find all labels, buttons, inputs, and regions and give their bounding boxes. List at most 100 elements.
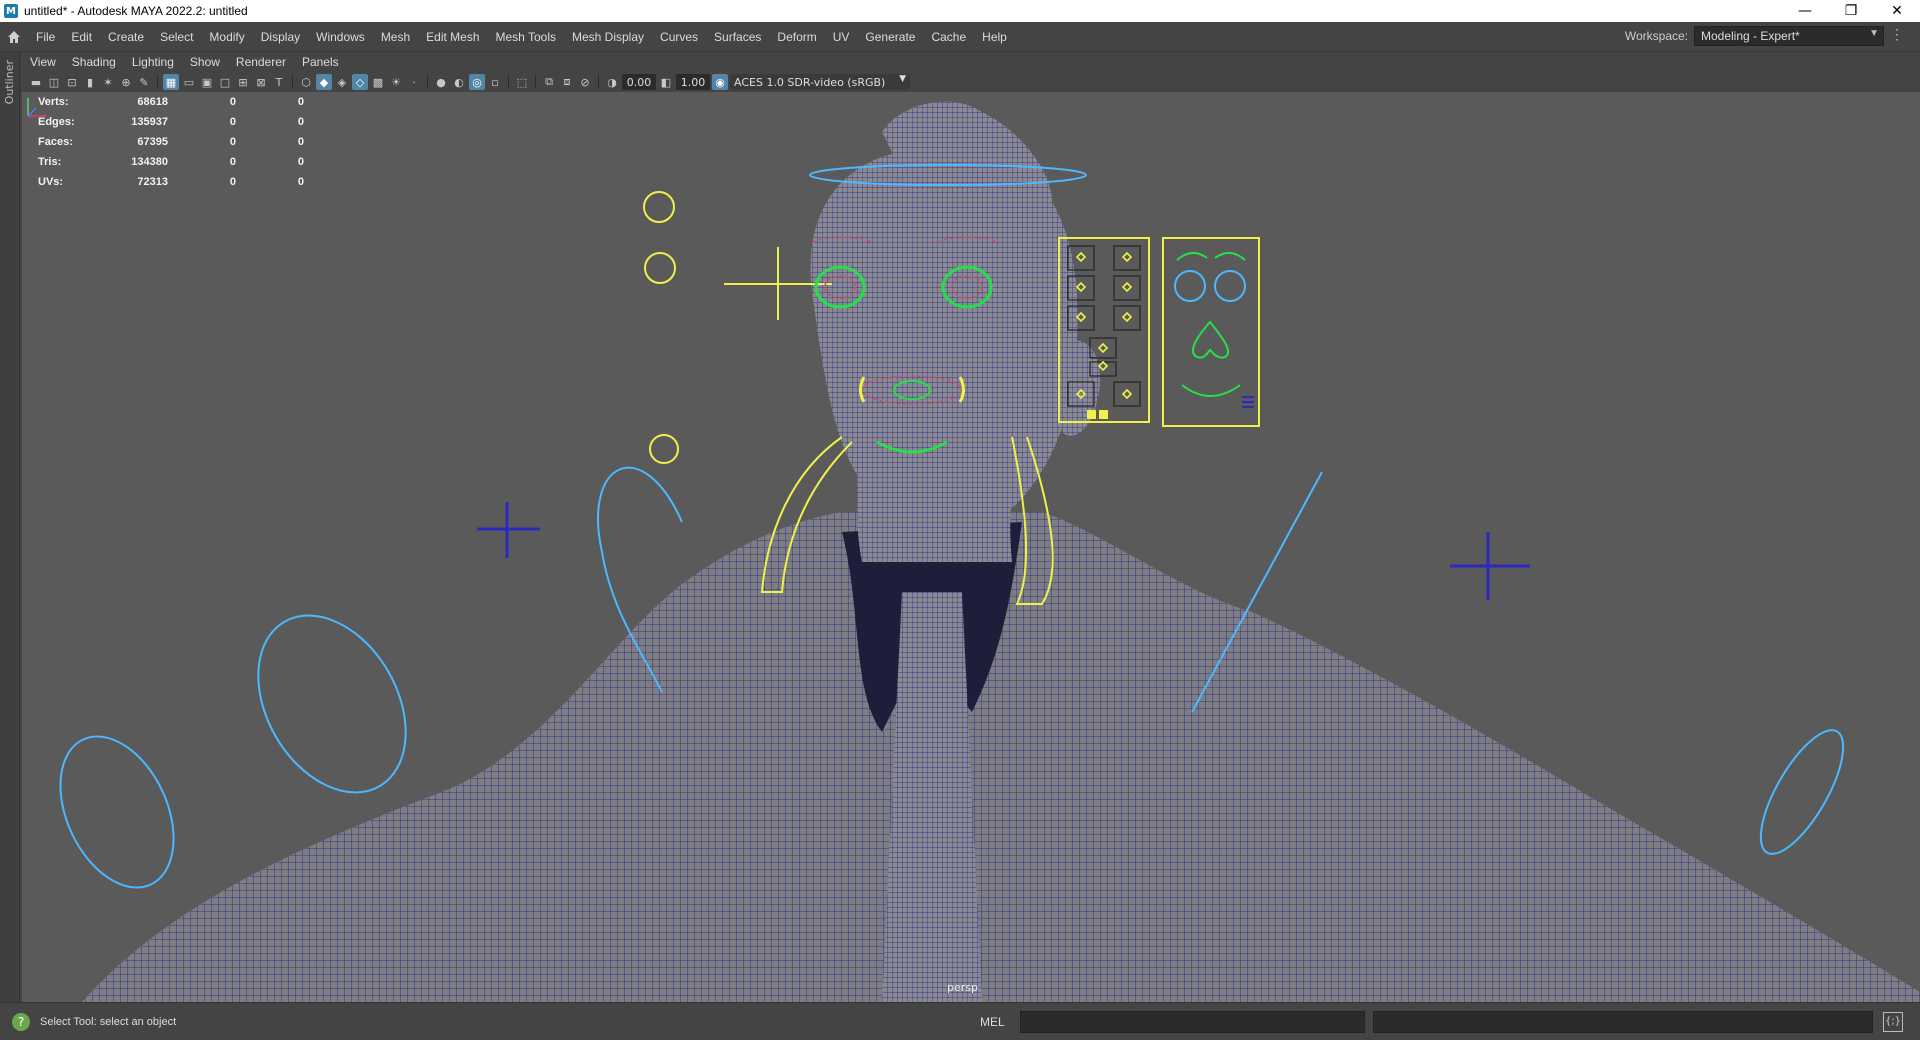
menu-windows[interactable]: Windows bbox=[308, 22, 373, 52]
mel-command-input[interactable] bbox=[1020, 1010, 1365, 1033]
gamma-field[interactable]: 1.00 bbox=[676, 74, 710, 90]
face-gui-brow-right bbox=[1214, 252, 1246, 261]
menu-edit[interactable]: Edit bbox=[63, 22, 100, 52]
xray-active-components-icon[interactable]: ⧈ bbox=[559, 74, 575, 90]
use-all-lights-icon[interactable]: ☀ bbox=[388, 74, 404, 90]
panel-menubar: View Shading Lighting Show Renderer Pane… bbox=[22, 52, 1920, 72]
menu-display[interactable]: Display bbox=[253, 22, 308, 52]
2d-pan-zoom-icon[interactable]: ⊕ bbox=[118, 74, 134, 90]
workspace-value: Modeling - Expert* bbox=[1701, 29, 1800, 43]
grid-icon[interactable]: ▦ bbox=[163, 74, 179, 90]
workspace-options-icon[interactable]: ⋮ bbox=[1890, 26, 1906, 46]
color-management-icon[interactable]: ◉ bbox=[712, 74, 728, 90]
wireframe-on-shaded-icon[interactable]: ◇ bbox=[352, 74, 368, 90]
exposure-field[interactable]: 0.00 bbox=[622, 74, 656, 90]
chevron-down-icon: ▼ bbox=[1869, 28, 1879, 39]
shadows-icon[interactable]: · bbox=[406, 74, 422, 90]
xray-icon[interactable]: ⧉ bbox=[541, 74, 557, 90]
toolbar-divider bbox=[535, 75, 536, 89]
menu-create[interactable]: Create bbox=[100, 22, 152, 52]
bookmarks-icon[interactable]: ⊡ bbox=[64, 74, 80, 90]
hud-value: 134380 bbox=[131, 156, 168, 168]
menu-mesh-tools[interactable]: Mesh Tools bbox=[488, 22, 564, 52]
ctrl-circle-2 bbox=[644, 252, 676, 284]
resolution-gate-icon[interactable]: ▣ bbox=[199, 74, 215, 90]
toolbar-divider bbox=[292, 75, 293, 89]
ctrl-circle-1 bbox=[643, 191, 675, 223]
maya-logo-icon: M bbox=[4, 4, 18, 18]
field-chart-icon[interactable]: ⊞ bbox=[235, 74, 251, 90]
select-camera-icon[interactable]: ▬ bbox=[28, 74, 44, 90]
safe-title-icon[interactable]: T bbox=[271, 74, 287, 90]
gate-mask-icon[interactable]: □ bbox=[217, 74, 233, 90]
menu-deform[interactable]: Deform bbox=[769, 22, 824, 52]
screen-space-ao-icon[interactable]: ● bbox=[433, 74, 449, 90]
ik-cross-right bbox=[1450, 532, 1530, 600]
bookmark-icon[interactable]: ▮ bbox=[82, 74, 98, 90]
toolbar-divider bbox=[598, 75, 599, 89]
outliner-strip[interactable]: Outliner bbox=[0, 52, 20, 1002]
poly-count-hud: Verts: 68618 0 0 Edges: 135937 0 0 Faces… bbox=[38, 92, 304, 192]
panel-toolbar: ▬ ◫ ⊡ ▮ ✶ ⊕ ✎ ▦ ▭ ▣ □ ⊞ ⊠ T ⬡ ◆ ◈ ◇ ▩ ☀ … bbox=[22, 72, 1920, 92]
panel-menu-show[interactable]: Show bbox=[182, 55, 228, 69]
close-button[interactable]: ✕ bbox=[1874, 0, 1920, 22]
textured-icon[interactable]: ▩ bbox=[370, 74, 386, 90]
panel-menu-renderer[interactable]: Renderer bbox=[228, 55, 294, 69]
xray-joints-icon[interactable]: ⊘ bbox=[577, 74, 593, 90]
hud-value: 135937 bbox=[131, 116, 168, 128]
hud-label: UVs: bbox=[38, 176, 64, 188]
hud-value: 0 bbox=[229, 156, 236, 168]
wireframe-icon[interactable]: ⬡ bbox=[298, 74, 314, 90]
main-menubar: File Edit Create Select Modify Display W… bbox=[0, 22, 1920, 52]
panel-menu-shading[interactable]: Shading bbox=[64, 55, 124, 69]
hud-value: 0 bbox=[229, 136, 236, 148]
menu-help[interactable]: Help bbox=[974, 22, 1015, 52]
depth-of-field-icon[interactable]: ▫ bbox=[487, 74, 503, 90]
isolate-select-icon[interactable]: ⬚ bbox=[514, 74, 530, 90]
view-transform-dropdown[interactable]: ACES 1.0 SDR-video (sRGB) ▼ bbox=[730, 74, 910, 90]
restore-button[interactable]: ❐ bbox=[1828, 0, 1874, 22]
ctrl-circle-3 bbox=[649, 434, 679, 464]
menu-generate[interactable]: Generate bbox=[857, 22, 923, 52]
menu-uv[interactable]: UV bbox=[825, 22, 858, 52]
panel-menu-lighting[interactable]: Lighting bbox=[124, 55, 182, 69]
panel-menu-panels[interactable]: Panels bbox=[294, 55, 347, 69]
menu-file[interactable]: File bbox=[28, 22, 63, 52]
multisample-aa-icon[interactable]: ◎ bbox=[469, 74, 485, 90]
hud-row-uvs: UVs: 72313 0 0 bbox=[38, 172, 304, 192]
menu-mesh-display[interactable]: Mesh Display bbox=[564, 22, 652, 52]
wrist-control-right bbox=[1759, 729, 1845, 855]
safe-action-icon[interactable]: ⊠ bbox=[253, 74, 269, 90]
home-icon[interactable] bbox=[0, 22, 28, 52]
script-editor-icon[interactable]: {;} bbox=[1883, 1011, 1903, 1032]
toolbar-divider bbox=[508, 75, 509, 89]
face-gui-mouth bbox=[1181, 384, 1241, 397]
image-plane-icon[interactable]: ✶ bbox=[100, 74, 116, 90]
gamma-icon[interactable]: ◧ bbox=[658, 74, 674, 90]
hud-value: 0 bbox=[229, 176, 236, 188]
panel-menu-view[interactable]: View bbox=[22, 55, 64, 69]
hud-value: 0 bbox=[297, 176, 304, 188]
ik-cross-left bbox=[477, 502, 540, 558]
menu-select[interactable]: Select bbox=[152, 22, 201, 52]
smooth-shade-icon[interactable]: ◆ bbox=[316, 74, 332, 90]
hud-label: Tris: bbox=[38, 156, 62, 168]
default-material-icon[interactable]: ◈ bbox=[334, 74, 350, 90]
hud-row-verts: Verts: 68618 0 0 bbox=[38, 92, 304, 112]
film-gate-icon[interactable]: ▭ bbox=[181, 74, 197, 90]
minimize-button[interactable]: — bbox=[1782, 0, 1828, 22]
menu-mesh[interactable]: Mesh bbox=[373, 22, 418, 52]
camera-attributes-icon[interactable]: ◫ bbox=[46, 74, 62, 90]
motion-blur-icon[interactable]: ◐ bbox=[451, 74, 467, 90]
workspace-dropdown[interactable]: Modeling - Expert* ▼ bbox=[1694, 26, 1884, 46]
grease-pencil-icon[interactable]: ✎ bbox=[136, 74, 152, 90]
menu-cache[interactable]: Cache bbox=[923, 22, 974, 52]
viewport-persp[interactable]: Verts: 68618 0 0 Edges: 135937 0 0 Faces… bbox=[22, 92, 1920, 1002]
menu-surfaces[interactable]: Surfaces bbox=[706, 22, 769, 52]
menu-modify[interactable]: Modify bbox=[201, 22, 252, 52]
menu-edit-mesh[interactable]: Edit Mesh bbox=[418, 22, 487, 52]
menu-curves[interactable]: Curves bbox=[652, 22, 706, 52]
exposure-icon[interactable]: ◑ bbox=[604, 74, 620, 90]
view-axis-icon bbox=[27, 98, 46, 117]
mel-language-toggle[interactable]: MEL bbox=[980, 1015, 1020, 1029]
